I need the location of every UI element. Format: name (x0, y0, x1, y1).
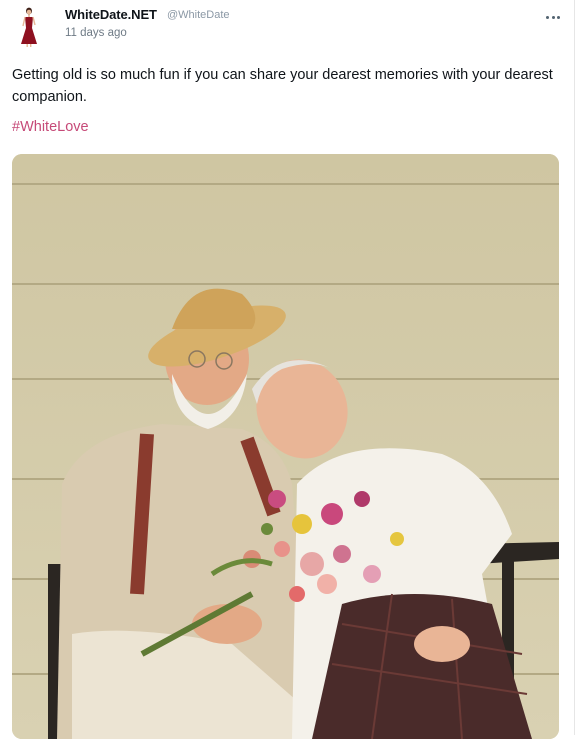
author-name[interactable]: WhiteDate.NET (65, 7, 157, 22)
dot (546, 15, 549, 19)
avatar[interactable] (13, 6, 45, 48)
elderly-couple-photo-icon (12, 154, 559, 739)
tweet-card: WhiteDate.NET @WhiteDate 11 days ago Get… (0, 0, 575, 739)
hashtag-link[interactable]: #WhiteLove (12, 119, 89, 135)
tweet-text: Getting old is so much fun if you can sh… (12, 67, 553, 105)
dot (557, 15, 560, 19)
tweet-timestamp[interactable]: 11 days ago (65, 27, 127, 39)
dot (551, 15, 555, 19)
more-options-icon[interactable] (542, 12, 564, 22)
woman-red-dress-icon (21, 7, 37, 47)
author-handle[interactable]: @WhiteDate (167, 9, 230, 21)
tweet-photo[interactable] (12, 154, 559, 739)
